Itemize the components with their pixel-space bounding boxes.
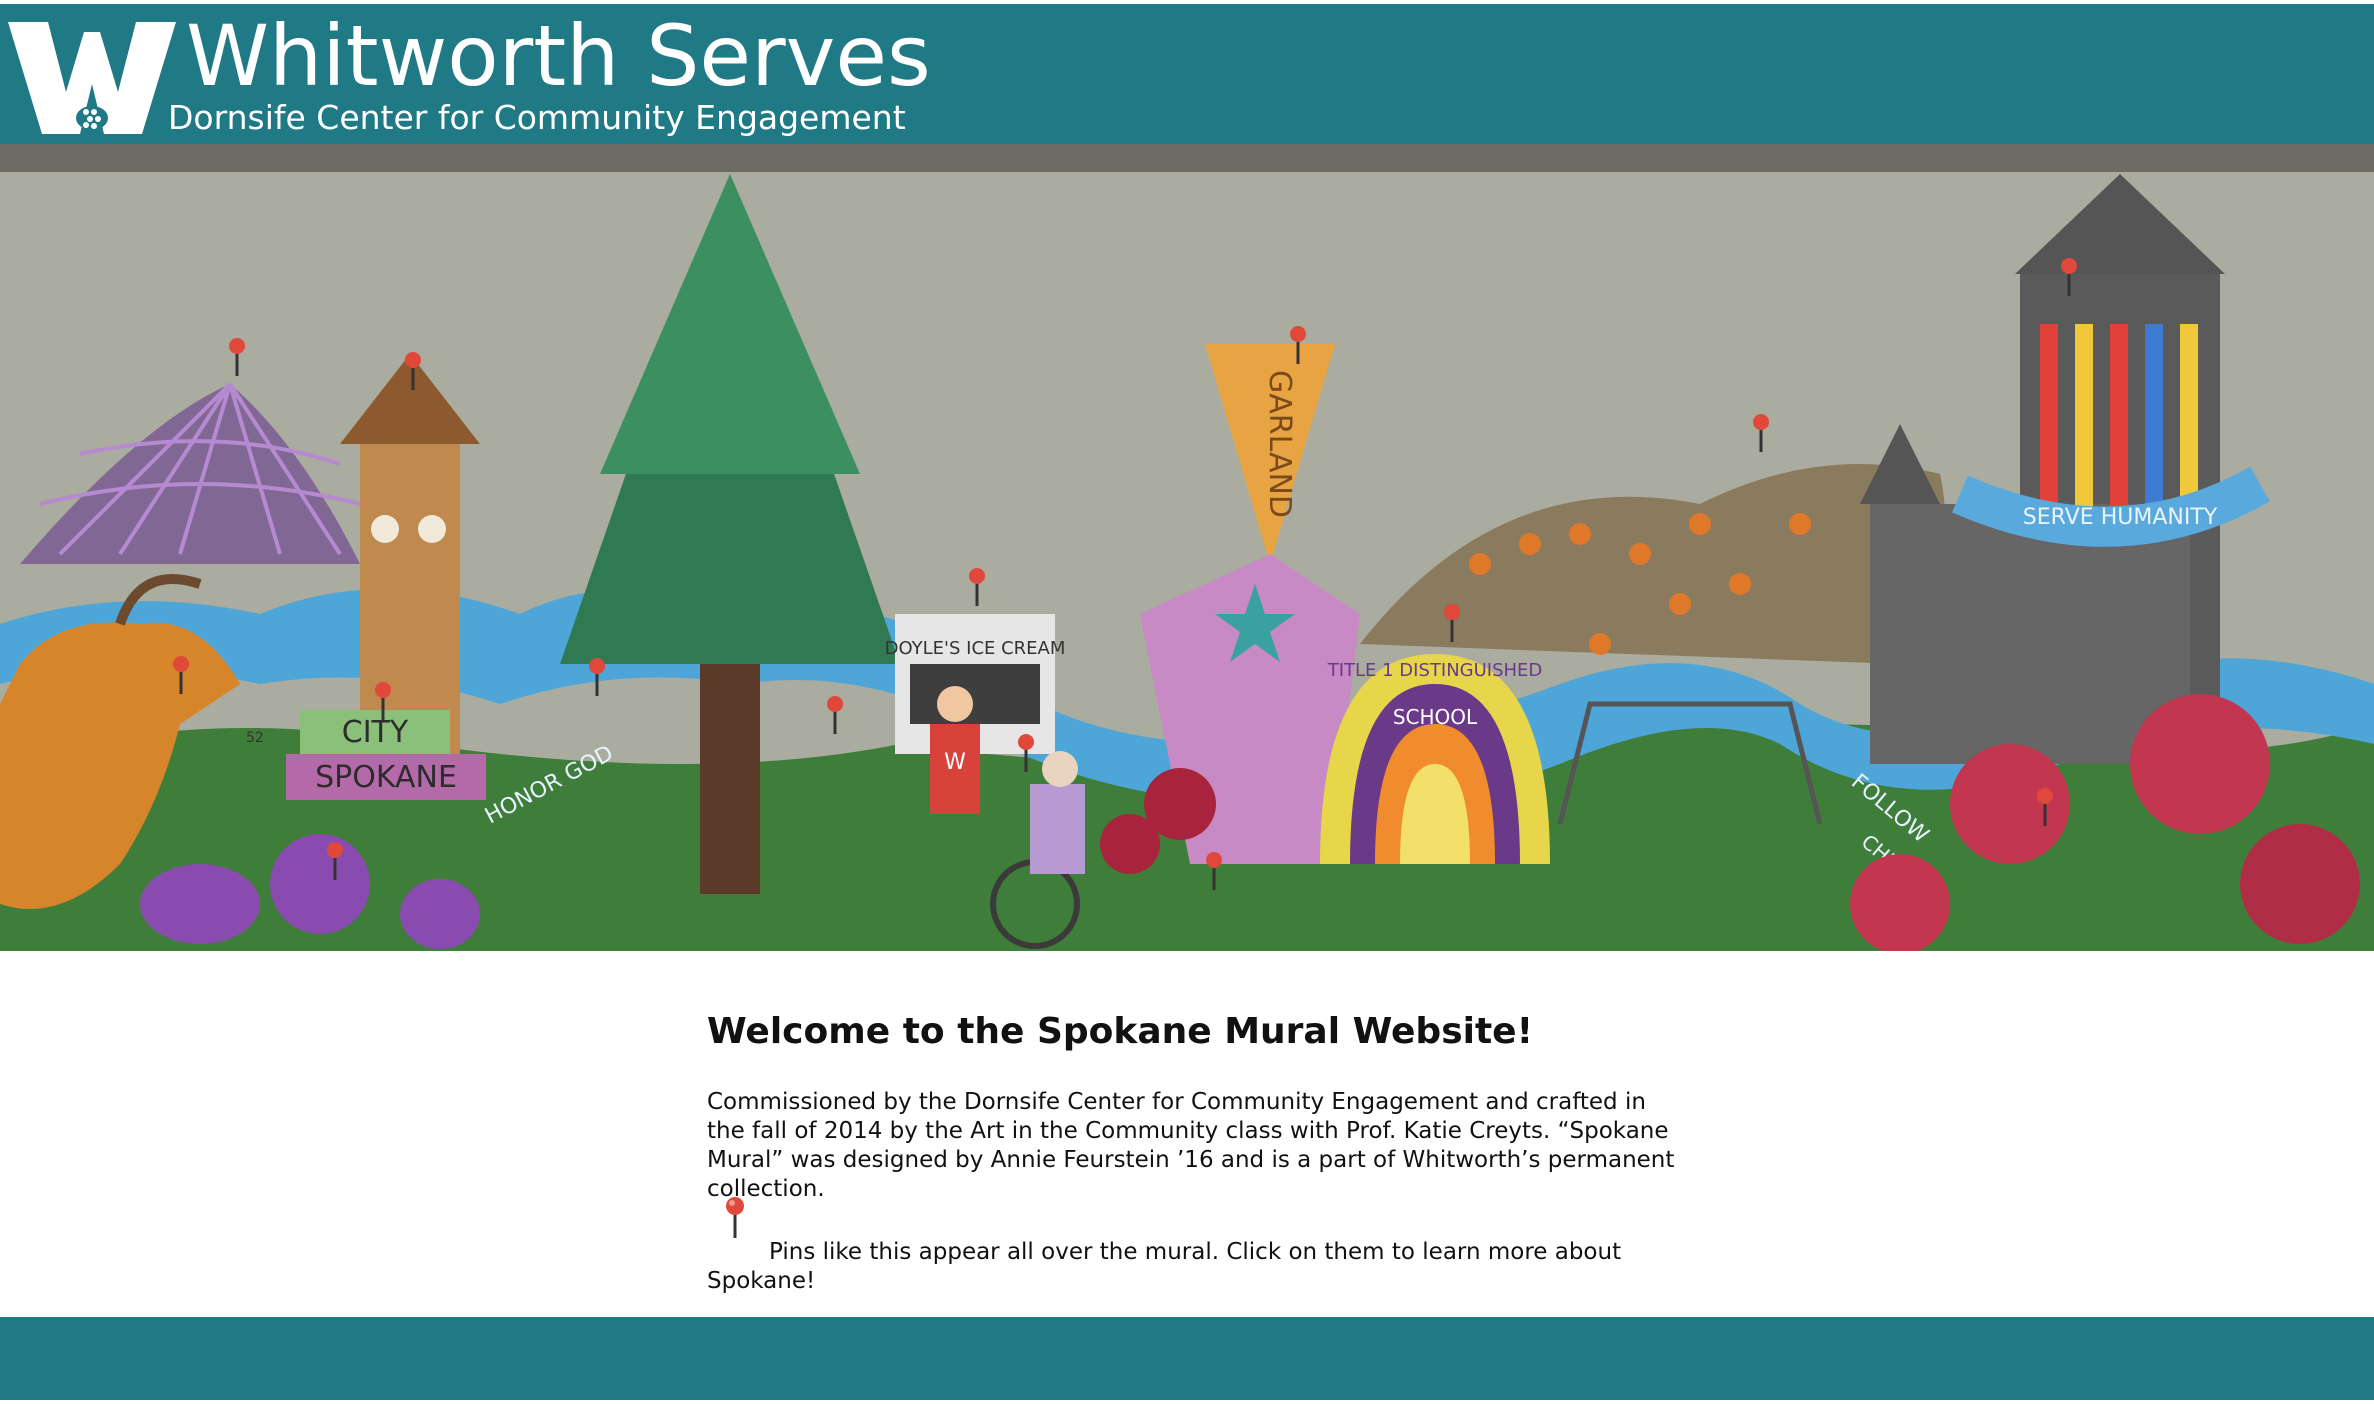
map-pin-icon	[726, 1197, 744, 1238]
mural-ceiling-shadow	[0, 144, 2374, 172]
pin-note: Pins like this appear all over the mural…	[707, 1197, 1687, 1296]
whitworth-logo-icon[interactable]	[8, 22, 176, 134]
blocks-city-label: CITY	[342, 715, 409, 750]
site-title[interactable]: Whitworth Serves	[186, 8, 931, 104]
garland-label: GARLAND	[1262, 370, 1297, 518]
site-footer	[0, 1317, 2374, 1400]
welcome-heading: Welcome to the Spokane Mural Website!	[707, 1011, 1534, 1052]
spokane-mural: CITY SPOKANE HONOR GOD DOYLE'S ICE CREAM…	[0, 144, 2374, 951]
title1-label: TITLE 1 DISTINGUISHED	[1327, 660, 1543, 681]
ice-cream-label: DOYLE'S ICE CREAM	[885, 638, 1066, 659]
blocks-spokane-label: SPOKANE	[315, 760, 457, 795]
runner-number: 52	[246, 730, 264, 746]
clock-tower	[360, 444, 460, 754]
site-subtitle: Dornsife Center for Community Engagement	[168, 98, 906, 137]
site-header: Whitworth Serves Dornsife Center for Com…	[0, 4, 2374, 144]
pin-note-text: Pins like this appear all over the mural…	[707, 1239, 1622, 1294]
serve-humanity-label: SERVE HUMANITY	[2023, 505, 2218, 530]
bottom-border	[0, 1400, 2374, 1404]
school-label: SCHOOL	[1393, 705, 1478, 729]
intro-paragraph: Commissioned by the Dornsife Center for …	[707, 1089, 1675, 1202]
shirt-letter: W	[944, 750, 966, 775]
welcome-content: Welcome to the Spokane Mural Website! Co…	[707, 1008, 1687, 1296]
